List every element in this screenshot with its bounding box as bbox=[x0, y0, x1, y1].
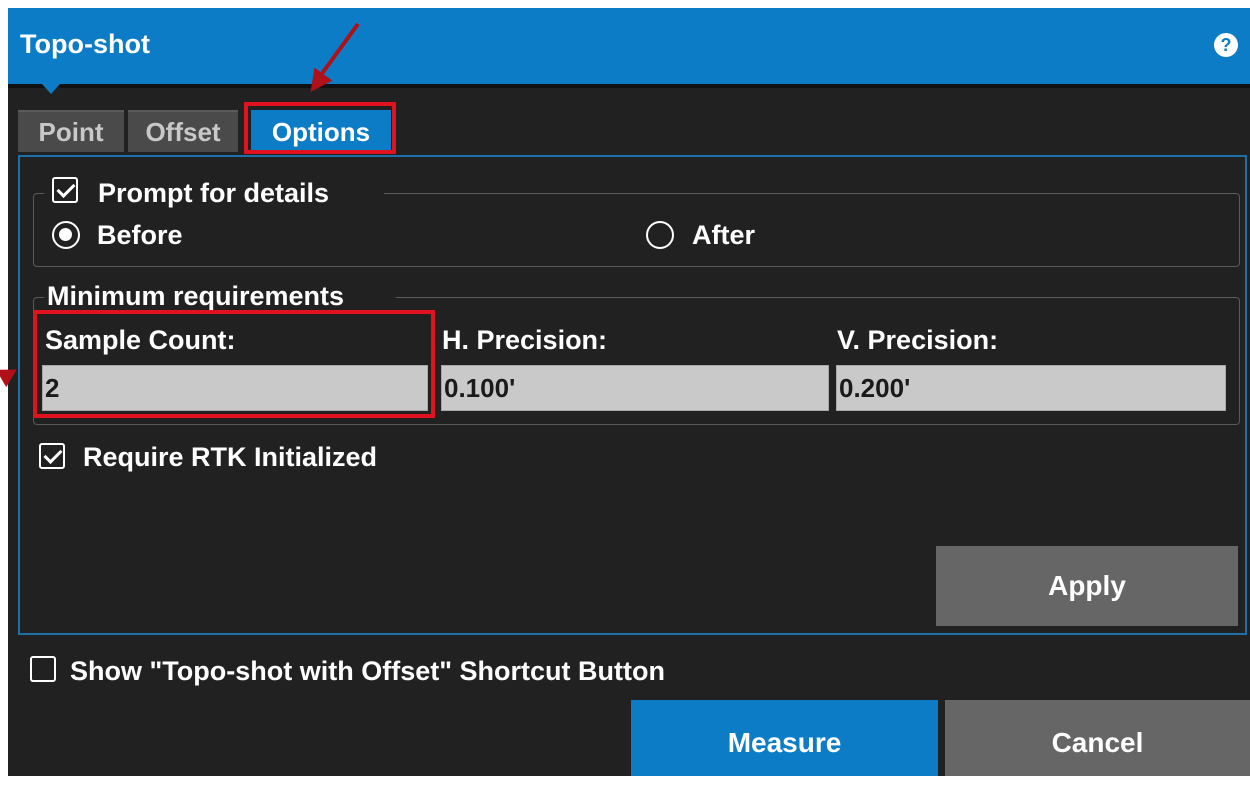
title-notch bbox=[42, 84, 60, 94]
shortcut-label: Show "Topo-shot with Offset" Shortcut Bu… bbox=[70, 656, 666, 686]
help-icon[interactable]: ? bbox=[1214, 33, 1238, 57]
title-bar-shadow bbox=[8, 84, 1250, 88]
h-precision-input[interactable]: 0.100' bbox=[441, 365, 829, 411]
prompt-details-checkbox[interactable] bbox=[52, 177, 78, 203]
title-bar: Topo-shot ? bbox=[8, 8, 1250, 84]
prompt-details-label: Prompt for details bbox=[98, 178, 330, 208]
tab-offset[interactable]: Offset bbox=[128, 110, 238, 152]
sample-count-highlight bbox=[33, 310, 435, 418]
dialog-title: Topo-shot bbox=[20, 29, 150, 59]
v-precision-input[interactable]: 0.200' bbox=[836, 365, 1226, 411]
require-rtk-label: Require RTK Initialized bbox=[83, 442, 378, 472]
after-radio[interactable] bbox=[646, 221, 674, 249]
v-precision-label: V. Precision: bbox=[837, 325, 999, 355]
require-rtk-checkbox[interactable] bbox=[39, 443, 65, 469]
apply-button[interactable]: Apply bbox=[936, 546, 1238, 626]
shortcut-checkbox[interactable] bbox=[30, 656, 56, 682]
after-label: After bbox=[692, 220, 756, 250]
before-label: Before bbox=[97, 220, 183, 250]
before-radio[interactable] bbox=[52, 221, 80, 249]
measure-button[interactable]: Measure bbox=[631, 700, 938, 776]
options-tab-highlight bbox=[244, 102, 396, 154]
h-precision-label: H. Precision: bbox=[442, 325, 608, 355]
minimum-requirements-title: Minimum requirements bbox=[47, 281, 345, 311]
cancel-button[interactable]: Cancel bbox=[945, 700, 1250, 776]
tab-point[interactable]: Point bbox=[18, 110, 124, 152]
